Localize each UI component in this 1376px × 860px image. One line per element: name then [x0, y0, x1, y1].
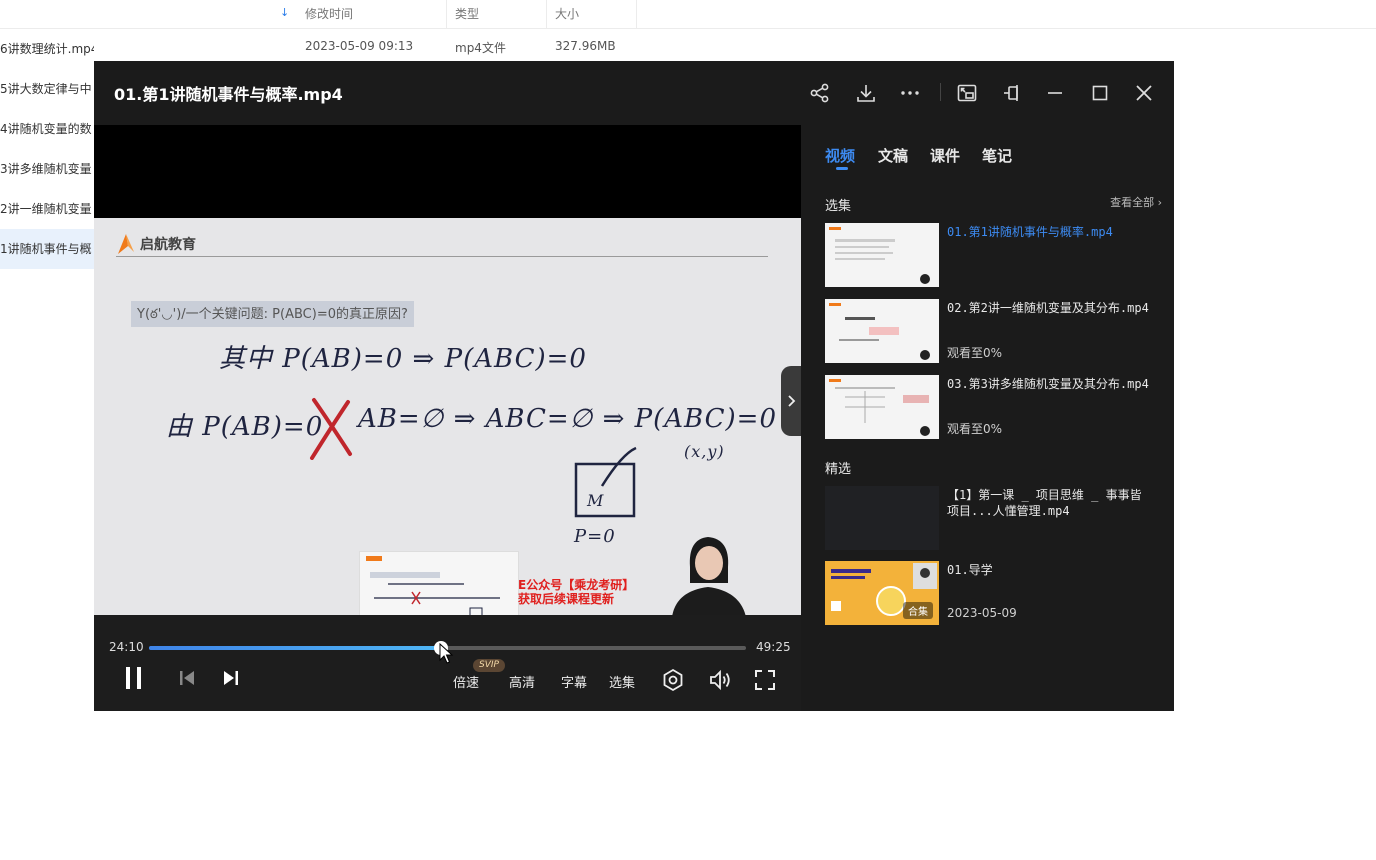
minimize-icon[interactable]	[1041, 79, 1069, 107]
featured-item[interactable]: 合集 01.导学 2023-05-09	[825, 561, 1165, 625]
slide-header-rule	[116, 256, 768, 257]
episodes-section-title: 选集	[825, 199, 852, 214]
titlebar-divider	[940, 83, 941, 101]
collapse-panel-button[interactable]	[781, 366, 801, 436]
previous-button[interactable]	[178, 669, 196, 687]
quality-button[interactable]: 高清	[509, 672, 535, 691]
chevron-right-icon	[788, 395, 796, 407]
handwriting-line-1: 其中 P(AB)=0 ⇒ P(ABC)=0	[219, 344, 587, 374]
collection-badge: 合集	[903, 602, 933, 619]
promo-text: E公众号【乘龙考研】 获取后续课程更新	[518, 578, 634, 606]
svip-badge: SVIP	[473, 659, 505, 672]
episode-item[interactable]: 03.第3讲多维随机变量及其分布.mp4 观看至0%	[825, 375, 1165, 439]
total-time: 49:25	[756, 640, 791, 654]
featured-title: 01.导学	[947, 563, 993, 577]
more-icon[interactable]	[896, 79, 924, 107]
file-row-selected[interactable]: 1讲随机事件与概	[0, 229, 94, 269]
video-title: 01.第1讲随机事件与概率.mp4	[114, 85, 343, 104]
settings-button[interactable]	[661, 668, 685, 692]
file-modified: 2023-05-09 09:13	[305, 39, 414, 53]
episode-thumbnail	[825, 299, 939, 363]
episode-item[interactable]: 01.第1讲随机事件与概率.mp4	[825, 223, 1165, 287]
video-player-window: 01.第1讲随机事件与概率.mp4 启航教育 Y(ఠ'◡')/一个关键问题: P…	[94, 61, 1174, 711]
fullscreen-button[interactable]	[753, 668, 777, 692]
next-button[interactable]	[222, 669, 240, 687]
red-cross-mark	[310, 398, 352, 460]
chevron-right-icon: ›	[1157, 196, 1162, 209]
mouse-cursor-icon	[439, 643, 454, 664]
handwriting-line-2a: 由 P(AB)=0	[166, 412, 324, 442]
subtitle-button[interactable]: 字幕	[561, 672, 587, 691]
featured-title: 【1】第一课 _ 项目思维 _ 事事皆项目...人懂管理.mp4	[947, 488, 1142, 518]
pin-on-top-icon[interactable]	[997, 79, 1025, 107]
skip-next-icon	[224, 671, 238, 685]
promo-line-1: E公众号【乘龙考研】	[518, 578, 635, 592]
slide-logo-text: 启航教育	[140, 237, 196, 253]
featured-thumbnail	[825, 486, 939, 550]
sort-down-icon[interactable]: ↓	[280, 6, 289, 19]
file-row[interactable]: 5讲大数定律与中	[0, 69, 94, 109]
column-size[interactable]: 大小	[547, 0, 637, 29]
episode-thumbnail	[825, 223, 939, 287]
pause-icon	[126, 667, 141, 689]
region-label: M	[587, 491, 605, 510]
share-icon[interactable]	[806, 79, 834, 107]
pause-button[interactable]	[122, 665, 146, 691]
file-row[interactable]: 2讲一维随机变量	[0, 189, 94, 229]
view-all-link[interactable]: 查看全部 ›	[1110, 194, 1162, 210]
player-titlebar: 01.第1讲随机事件与概率.mp4	[94, 61, 1174, 125]
file-row[interactable]: 4讲随机变量的数	[0, 109, 94, 149]
lecturer-video	[662, 533, 754, 615]
current-time: 24:10	[109, 640, 144, 654]
episode-title: 02.第2讲一维随机变量及其分布.mp4	[947, 301, 1149, 315]
tab-notes[interactable]: 笔记	[982, 145, 1012, 166]
lecture-slide: 启航教育 Y(ఠ'◡')/一个关键问题: P(ABC)=0的真正原因? 其中 P…	[94, 218, 801, 615]
speed-button[interactable]: 倍速	[453, 672, 479, 691]
column-type[interactable]: 类型	[447, 0, 547, 29]
video-canvas[interactable]: 启航教育 Y(ఠ'◡')/一个关键问题: P(ABC)=0的真正原因? 其中 P…	[94, 125, 801, 615]
progress-fill	[149, 646, 441, 650]
side-panel: 视频 文稿 课件 笔记 选集 查看全部 › 01.第1讲随机事件与概率.mp4 …	[801, 125, 1174, 711]
file-type: mp4文件	[455, 41, 506, 55]
point-label: (x,y)	[684, 442, 725, 461]
promo-line-2: 获取后续课程更新	[518, 592, 615, 606]
close-icon[interactable]	[1130, 79, 1158, 107]
file-list-header: ↓ 修改时间 类型 大小	[0, 0, 1376, 29]
settings-icon	[663, 668, 683, 692]
episode-progress: 观看至0%	[947, 422, 1003, 436]
slide-question: Y(ఠ'◡')/一个关键问题: P(ABC)=0的真正原因?	[131, 301, 414, 327]
file-row[interactable]: 3讲多维随机变量	[0, 149, 94, 189]
featured-item[interactable]: 【1】第一课 _ 项目思维 _ 事事皆项目...人懂管理.mp4	[825, 486, 1165, 550]
file-size: 327.96MB	[555, 39, 616, 53]
column-modified[interactable]: 修改时间	[297, 0, 447, 29]
tab-courseware[interactable]: 课件	[930, 145, 960, 166]
handwriting-line-2b: AB=∅ ⇒ ABC=∅ ⇒ P(ABC)=0	[358, 404, 778, 434]
episode-title: 01.第1讲随机事件与概率.mp4	[947, 225, 1113, 239]
maximize-icon[interactable]	[1086, 79, 1114, 107]
brand-logo-icon	[118, 234, 134, 254]
volume-button[interactable]	[708, 668, 732, 692]
slide-preview-thumbnail	[359, 551, 519, 615]
episode-title: 03.第3讲多维随机变量及其分布.mp4	[947, 377, 1149, 391]
skip-previous-icon	[180, 671, 194, 685]
fullscreen-icon	[755, 670, 775, 690]
picture-in-picture-icon[interactable]	[953, 79, 981, 107]
featured-section-title: 精选	[825, 462, 852, 477]
file-row[interactable]: 6讲数理统计.mp4	[0, 29, 94, 69]
download-icon[interactable]	[852, 79, 880, 107]
view-all-label: 查看全部	[1110, 196, 1155, 209]
tab-video[interactable]: 视频	[825, 145, 855, 166]
active-tab-indicator	[836, 167, 848, 170]
episode-progress: 观看至0%	[947, 346, 1003, 360]
episodes-button[interactable]: 选集	[609, 672, 635, 691]
probability-label: P=0	[574, 526, 616, 547]
player-controls: 24:10 49:25 SVIP 倍速 高清 字幕 选集	[94, 615, 801, 711]
slide-logo: 启航教育	[116, 232, 196, 256]
volume-icon	[710, 669, 730, 691]
episode-thumbnail	[825, 375, 939, 439]
episode-item[interactable]: 02.第2讲一维随机变量及其分布.mp4 观看至0%	[825, 299, 1165, 363]
featured-date: 2023-05-09	[947, 606, 1017, 620]
featured-thumbnail: 合集	[825, 561, 939, 625]
tab-transcript[interactable]: 文稿	[878, 145, 908, 166]
